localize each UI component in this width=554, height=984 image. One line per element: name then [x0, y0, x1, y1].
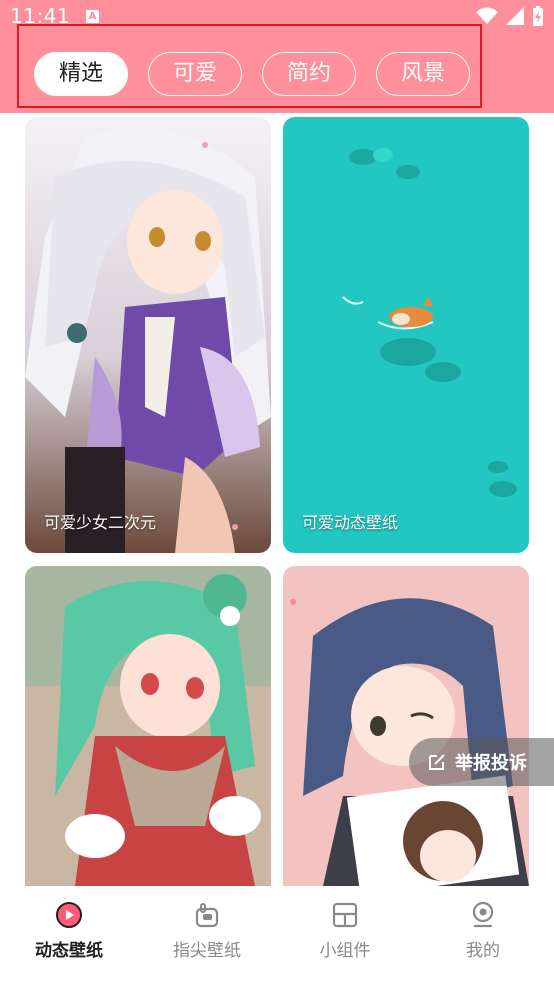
profile-icon [472, 901, 494, 928]
card-caption: 可爱动态壁纸 [302, 513, 399, 532]
nav-item-widgets[interactable]: 小组件 [276, 900, 414, 961]
battery-icon [533, 6, 543, 26]
nav-label: 我的 [466, 941, 500, 961]
nav-label: 小组件 [319, 941, 371, 961]
nav-item-mine[interactable]: 我的 [414, 900, 552, 961]
report-button[interactable]: 举报投诉 [409, 738, 554, 786]
top-header: 11:41 A 精选 可爱 简约 风景 [0, 0, 554, 113]
category-tabs: 精选 可爱 简约 风景 [17, 24, 482, 108]
wallpaper-thumbnail [25, 117, 271, 553]
wallpaper-thumbnail [283, 117, 529, 553]
report-button-label: 举报投诉 [455, 753, 527, 774]
tab-featured[interactable]: 精选 [34, 52, 128, 96]
bottom-navigation: 动态壁纸 指尖壁纸 小组件 我的 [0, 886, 554, 984]
wallpaper-card-corgi[interactable]: 可爱动态壁纸 [283, 117, 529, 553]
tab-scenery[interactable]: 风景 [376, 52, 470, 96]
status-icons [476, 6, 544, 26]
wallpaper-thumbnail [283, 566, 529, 886]
signal-icon [506, 7, 524, 25]
notification-a-icon: A [86, 10, 99, 23]
wallpaper-card-blue-hair[interactable] [283, 566, 529, 886]
nav-label: 指尖壁纸 [173, 941, 241, 961]
widget-icon [332, 902, 358, 928]
nav-label: 动态壁纸 [35, 941, 103, 961]
card-caption: 可爱少女二次元 [44, 513, 157, 532]
wifi-icon [476, 7, 498, 24]
play-circle-icon [56, 902, 82, 928]
wallpaper-card-anime-girl[interactable]: 可爱少女二次元 [25, 117, 271, 553]
wallpaper-thumbnail [25, 566, 271, 886]
wallpaper-card-green-hair[interactable] [25, 566, 271, 886]
tab-cute[interactable]: 可爱 [148, 52, 242, 96]
tab-minimal[interactable]: 简约 [262, 52, 356, 96]
hand-icon [195, 903, 219, 928]
nav-item-finger-wallpaper[interactable]: 指尖壁纸 [138, 900, 276, 961]
nav-item-live-wallpaper[interactable]: 动态壁纸 [0, 900, 138, 961]
edit-icon [429, 754, 445, 770]
